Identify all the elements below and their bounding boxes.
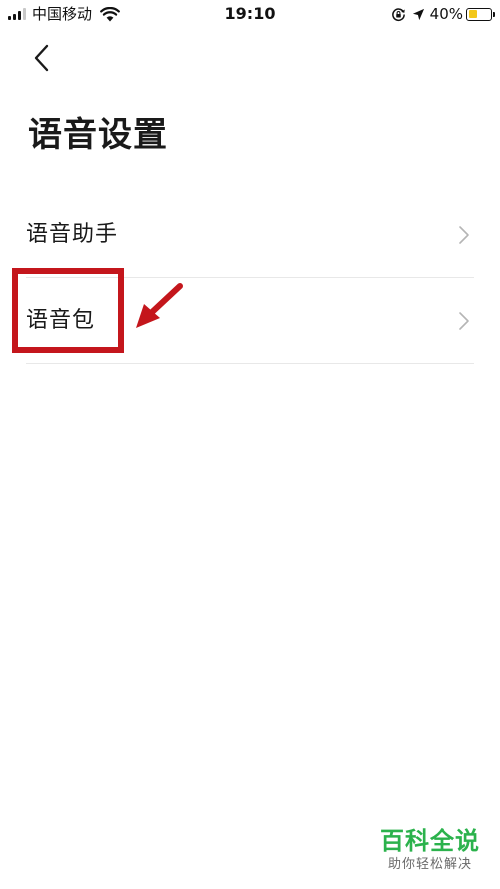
settings-item-voice-assistant[interactable]: 语音助手 [26,192,474,278]
settings-list: 语音助手 语音包 [26,192,474,364]
watermark-logo: 百科全说 助你轻松解决 [374,826,486,874]
battery-level-fill [468,10,477,18]
battery-icon [466,7,495,21]
settings-item-label: 语音包 [26,307,96,333]
status-bar-right: 40% [391,5,495,23]
chevron-right-icon [459,311,469,330]
chevron-right-icon [459,225,469,244]
location-arrow-icon [412,8,424,20]
battery-percent: 40% [429,5,463,23]
watermark-subtitle: 助你轻松解决 [387,857,472,872]
battery-cap [493,11,495,17]
rotation-lock-icon [391,7,405,21]
settings-item-label: 语音助手 [26,221,119,247]
status-bar: 中国移动 19:10 40% [0,0,500,30]
watermark-title: 百科全说 [380,827,480,855]
page-title: 语音设置 [28,115,168,155]
back-button[interactable] [22,38,62,78]
settings-item-voice-pack[interactable]: 语音包 [26,278,474,364]
chevron-left-icon [34,44,49,72]
